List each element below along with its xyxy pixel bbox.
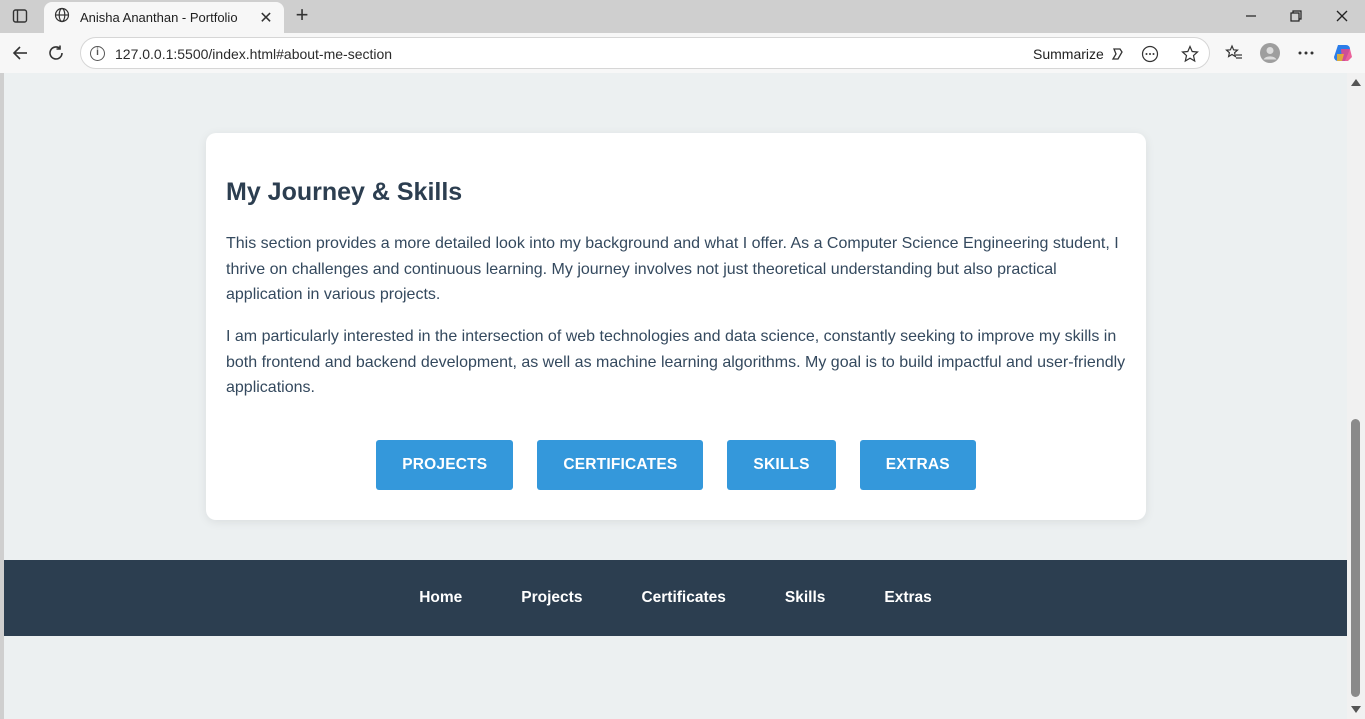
minimize-icon[interactable]: [1228, 4, 1274, 28]
refresh-icon[interactable]: [44, 41, 68, 65]
globe-icon: [54, 7, 70, 28]
favorites-icon[interactable]: [1223, 42, 1245, 64]
favorite-star-icon[interactable]: [1181, 45, 1199, 63]
tab-strip: Anisha Ananthan - Portfolio ✕ +: [0, 0, 1365, 33]
settings-menu-icon[interactable]: [1295, 42, 1317, 64]
browser-tab[interactable]: Anisha Ananthan - Portfolio ✕: [44, 2, 284, 33]
about-paragraph-2: I am particularly interested in the inte…: [226, 328, 1126, 396]
more-actions-icon[interactable]: [1141, 45, 1159, 63]
tab-actions-icon[interactable]: [8, 5, 32, 27]
skills-button[interactable]: SKILLS: [727, 440, 836, 490]
vertical-scrollbar[interactable]: [1347, 73, 1365, 719]
footer-link-extras[interactable]: Extras: [884, 589, 931, 607]
copilot-summarize-icon[interactable]: [1109, 45, 1127, 63]
footer-nav: Home Projects Certificates Skills Extras: [4, 560, 1347, 636]
copilot-icon[interactable]: [1332, 42, 1354, 64]
tab-title: Anisha Ananthan - Portfolio: [80, 10, 238, 25]
footer-link-home[interactable]: Home: [419, 589, 462, 607]
section-button-row: PROJECTS CERTIFICATES SKILLS EXTRAS: [206, 440, 1146, 490]
tab-close-icon[interactable]: ✕: [258, 8, 274, 28]
scrollbar-thumb[interactable]: [1351, 419, 1360, 697]
site-info-icon[interactable]: i: [90, 46, 105, 61]
about-paragraph-1: This section provides a more detailed lo…: [226, 235, 1119, 303]
footer-link-skills[interactable]: Skills: [785, 589, 826, 607]
footer-link-certificates[interactable]: Certificates: [641, 589, 725, 607]
footer-link-projects[interactable]: Projects: [521, 589, 582, 607]
address-bar[interactable]: i 127.0.0.1:5500/index.html#about-me-sec…: [80, 37, 1210, 69]
new-tab-button[interactable]: +: [290, 4, 314, 27]
extras-button[interactable]: EXTRAS: [859, 440, 976, 490]
close-window-icon[interactable]: [1319, 4, 1365, 28]
profile-avatar-icon[interactable]: [1259, 42, 1281, 64]
scroll-up-arrow-icon[interactable]: [1351, 79, 1361, 86]
projects-button[interactable]: PROJECTS: [376, 440, 514, 490]
page-viewport: My Journey & Skills This section provide…: [4, 73, 1347, 719]
back-arrow-icon[interactable]: [8, 41, 32, 65]
url-text[interactable]: 127.0.0.1:5500/index.html#about-me-secti…: [115, 46, 392, 62]
browser-toolbar: i 127.0.0.1:5500/index.html#about-me-sec…: [0, 33, 1365, 73]
section-heading: My Journey & Skills: [226, 178, 463, 206]
restore-icon[interactable]: [1273, 4, 1319, 28]
certificates-button[interactable]: CERTIFICATES: [537, 440, 704, 490]
about-me-card: My Journey & Skills This section provide…: [206, 133, 1146, 520]
summarize-button[interactable]: Summarize: [1033, 46, 1104, 62]
scroll-down-arrow-icon[interactable]: [1351, 706, 1361, 713]
